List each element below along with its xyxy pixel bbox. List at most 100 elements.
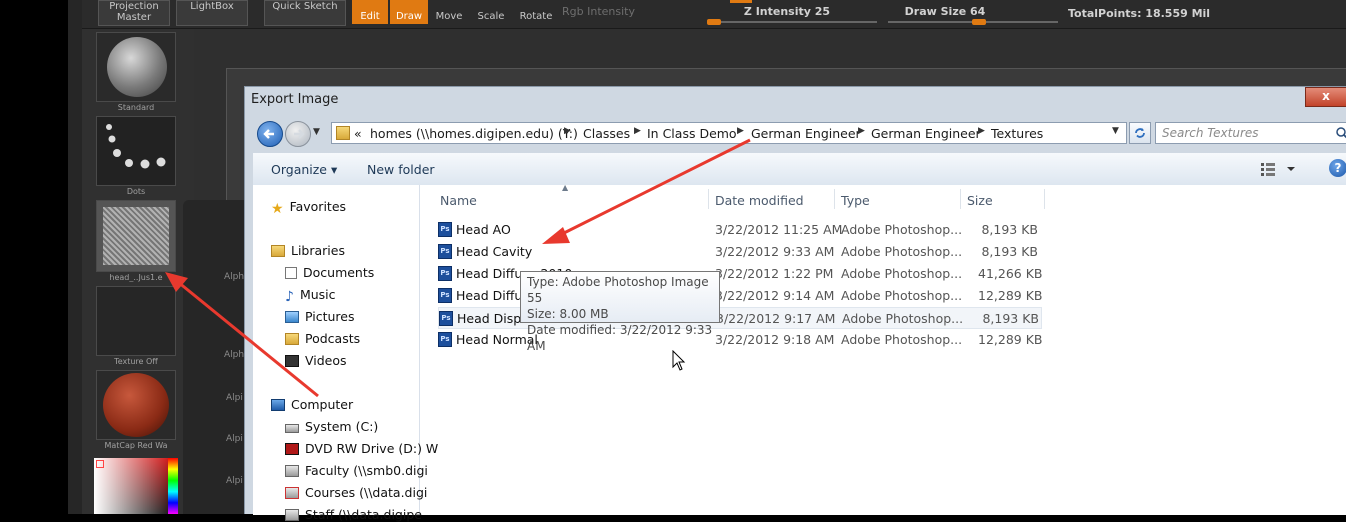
alpha-label: Alph — [224, 272, 245, 282]
breadcrumb-separator-icon[interactable]: ▶ — [858, 126, 865, 136]
nav-computer-label: Computer — [291, 397, 354, 412]
file-type: Adobe Photoshop... — [842, 311, 964, 326]
standard-brush-label: Standard — [117, 103, 155, 112]
forward-button[interactable] — [285, 121, 311, 147]
matcap-label: MatCap Red Wa — [104, 441, 168, 450]
file-date: 3/22/2012 11:25 AM — [715, 222, 843, 237]
nav-music[interactable]: ♪ Music — [285, 287, 336, 305]
lightbox-button[interactable]: LightBox — [176, 0, 248, 26]
dots-stroke-icon — [106, 124, 166, 169]
nav-faculty-share[interactable]: Faculty (\\smb0.digi — [285, 463, 428, 478]
breadcrumb-homes[interactable]: homes (\\homes.digipen.edu) (Y:) — [370, 126, 578, 141]
z-intensity-slider[interactable] — [707, 19, 877, 25]
edit-button[interactable]: Edit — [352, 0, 388, 24]
nav-libraries[interactable]: Libraries — [271, 243, 345, 258]
tooltip-type: Type: Adobe Photoshop Image 55 — [527, 275, 709, 305]
breadcrumb-separator-icon[interactable]: ▶ — [564, 126, 571, 136]
column-separator[interactable] — [708, 189, 709, 209]
dots-stroke-slot[interactable]: Dots — [96, 116, 176, 196]
address-dropdown-icon[interactable]: ▼ — [1112, 126, 1119, 136]
organize-button[interactable]: Organize ▾ — [271, 162, 337, 177]
nav-courses-share[interactable]: Courses (\\data.digi — [285, 485, 427, 500]
nav-system-label: System (C:) — [305, 419, 379, 434]
nav-system-drive[interactable]: System (C:) — [285, 419, 378, 434]
nav-libraries-label: Libraries — [291, 243, 345, 258]
column-separator[interactable] — [1044, 189, 1045, 209]
breadcrumb-separator-icon[interactable]: ▶ — [634, 126, 641, 136]
breadcrumb-classes[interactable]: Classes — [583, 126, 630, 141]
texture-slot[interactable]: head_..Jus1.e — [96, 200, 176, 282]
refresh-button[interactable] — [1129, 122, 1151, 144]
quick-sketch-button[interactable]: Quick Sketch — [264, 0, 346, 26]
back-arrow-icon — [263, 129, 274, 139]
alpha-label: Alpi — [226, 434, 243, 444]
nav-dvd-drive[interactable]: DVD RW Drive (D:) W — [285, 441, 438, 456]
column-header-size[interactable]: Size — [967, 193, 993, 208]
new-folder-button[interactable]: New folder — [367, 162, 435, 177]
file-size: 8,193 KB — [982, 311, 1039, 326]
breadcrumb-german-engineer[interactable]: German Engineer — [751, 126, 861, 141]
texture-off-slot[interactable]: Texture Off — [96, 286, 176, 366]
network-drive-disconnected-icon — [285, 487, 299, 499]
nav-videos[interactable]: Videos — [285, 353, 347, 368]
sort-indicator-icon: ▲ — [562, 183, 569, 192]
draw-button[interactable]: Draw — [390, 0, 428, 24]
search-input[interactable]: Search Textures — [1155, 122, 1346, 144]
file-info-tooltip: Type: Adobe Photoshop Image 55 Size: 8.0… — [520, 271, 720, 353]
column-header-type[interactable]: Type — [841, 193, 870, 208]
file-size: 8,193 KB — [981, 222, 1038, 237]
texture-thumbnail-icon — [103, 207, 169, 265]
nav-pictures[interactable]: Pictures — [285, 309, 355, 324]
view-options-icon[interactable] — [1261, 161, 1301, 177]
file-date: 3/22/2012 9:18 AM — [715, 332, 835, 347]
libraries-icon — [271, 245, 285, 257]
star-icon: ★ — [271, 201, 284, 217]
file-date: 3/22/2012 9:14 AM — [715, 288, 835, 303]
hard-drive-icon — [285, 424, 299, 433]
move-button[interactable]: Move — [434, 12, 464, 22]
matcap-slot[interactable]: MatCap Red Wa — [96, 370, 176, 450]
breadcrumb-in-class-demo[interactable]: In Class Demo — [647, 126, 737, 141]
nav-pictures-label: Pictures — [305, 309, 355, 324]
file-date: 3/22/2012 9:33 AM — [715, 244, 835, 259]
draw-size-slider[interactable] — [888, 19, 1058, 25]
breadcrumb-german-engineer-2[interactable]: German Engineer — [871, 126, 981, 141]
nav-staff-share[interactable]: Staff (\\data.digipe — [285, 507, 422, 522]
breadcrumb-textures[interactable]: Textures — [991, 126, 1043, 141]
column-separator[interactable] — [834, 189, 835, 209]
column-header-date[interactable]: Date modified — [715, 193, 804, 208]
file-row[interactable]: Ps Head AO 3/22/2012 11:25 AM Adobe Phot… — [438, 219, 1042, 241]
nav-computer[interactable]: Computer — [271, 397, 353, 412]
network-drive-icon — [285, 509, 299, 521]
nav-podcasts[interactable]: Podcasts — [285, 331, 360, 346]
forward-arrow-icon — [294, 129, 305, 139]
help-icon[interactable]: ? — [1329, 159, 1346, 177]
history-dropdown-icon[interactable]: ▼ — [313, 127, 320, 137]
address-overflow[interactable]: « — [354, 126, 362, 141]
search-icon[interactable] — [1336, 127, 1346, 141]
dialog-close-button[interactable]: x — [1305, 87, 1346, 107]
nav-videos-label: Videos — [305, 353, 347, 368]
rotate-button[interactable]: Rotate — [518, 12, 554, 22]
standard-brush-slot[interactable]: Standard — [96, 32, 176, 112]
column-header-name[interactable]: Name — [440, 193, 477, 208]
nav-documents[interactable]: Documents — [285, 265, 374, 280]
breadcrumb-separator-icon[interactable]: ▶ — [737, 126, 744, 136]
matcap-sphere-icon — [103, 373, 169, 437]
breadcrumb-separator-icon[interactable]: ▶ — [978, 126, 985, 136]
file-name: Head Cavity — [456, 244, 533, 259]
alpha-label: Alph — [224, 350, 245, 360]
photoshop-file-icon: Ps — [438, 266, 452, 281]
file-row[interactable]: Ps Head Cavity 3/22/2012 9:33 AM Adobe P… — [438, 241, 1042, 263]
hue-strip[interactable] — [168, 458, 178, 514]
address-bar[interactable]: « homes (\\homes.digipen.edu) (Y:) ▶ Cla… — [331, 122, 1127, 144]
scale-button[interactable]: Scale — [476, 12, 506, 22]
nav-favorites[interactable]: ★ Favorites — [271, 199, 346, 217]
column-separator[interactable] — [960, 189, 961, 209]
texture-slot-label: head_..Jus1.e — [109, 273, 163, 282]
back-button[interactable] — [257, 121, 283, 147]
folder-icon — [336, 126, 350, 140]
color-picker[interactable] — [94, 458, 178, 514]
export-image-dialog: Export Image x ▼ « homes (\\homes.digipe… — [244, 86, 1346, 522]
projection-master-button[interactable]: Projection Master — [98, 0, 170, 26]
